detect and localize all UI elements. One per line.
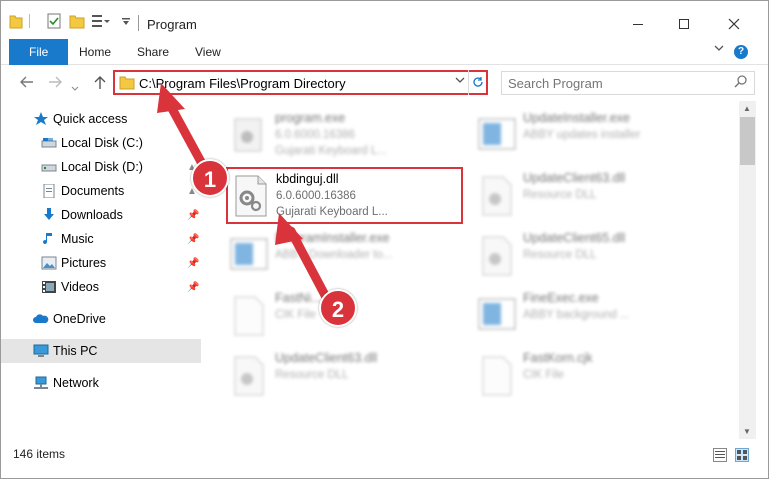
file-explorer-window: Program File Home Share View ? C:\Progra… [0,0,769,479]
annotation-arrows [157,83,332,304]
step-1-badge: 1 [191,159,229,197]
step-2-badge: 2 [319,289,357,327]
